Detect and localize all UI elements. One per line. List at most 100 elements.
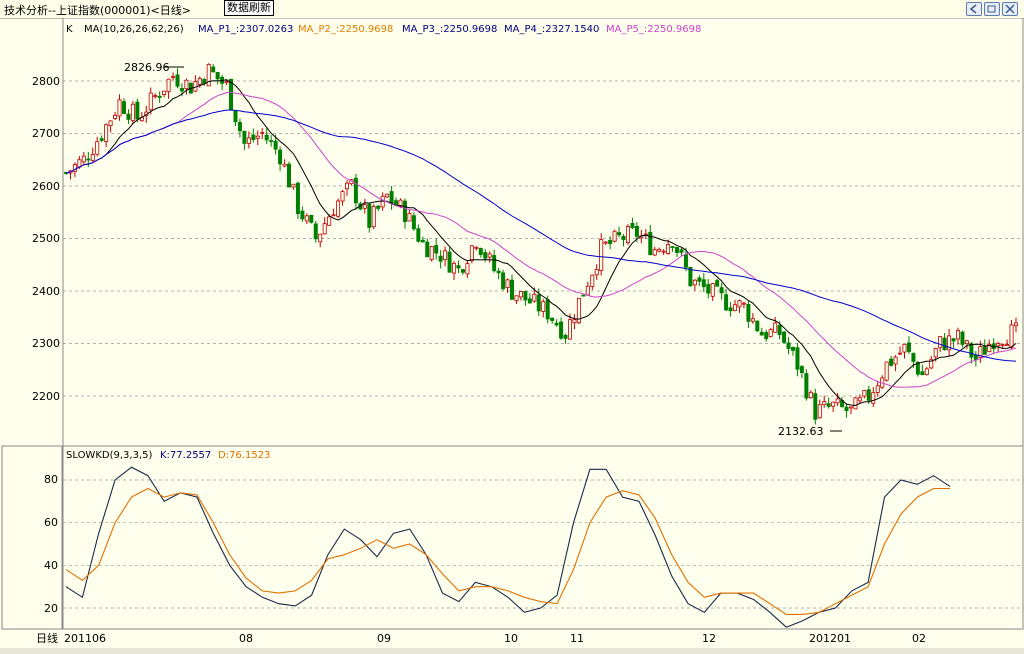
candle-body — [411, 215, 416, 230]
candle-body — [724, 294, 729, 311]
candle-body — [407, 213, 412, 222]
candle-body — [875, 385, 880, 393]
candle-body — [95, 141, 100, 155]
kd-y-tick-40: 40 — [44, 559, 58, 572]
candle-body — [233, 110, 238, 123]
candle-body — [251, 134, 256, 141]
candle-body — [933, 347, 938, 358]
candle-body — [567, 319, 572, 340]
candle-body — [104, 124, 109, 142]
ma-p2-value: MA_P2_:2250.9698 — [298, 24, 393, 35]
status-bar — [0, 648, 1024, 654]
candle-body — [536, 294, 541, 312]
candle-body — [81, 155, 86, 163]
candle-body — [666, 244, 671, 255]
ma-params-label: MA(10,26,26,62,26) — [84, 24, 184, 35]
y-tick-2500: 2500 — [32, 232, 60, 245]
candle-body — [527, 298, 532, 304]
candle-body — [804, 373, 809, 399]
candle-body — [590, 274, 595, 287]
candle-body — [603, 241, 608, 244]
candle-body — [768, 329, 773, 337]
candle-body — [447, 251, 452, 273]
kd-d-value: D:76.1523 — [218, 450, 270, 461]
candle-body — [563, 334, 568, 339]
candle-body — [443, 250, 448, 261]
x-label-02: 02 — [912, 632, 926, 645]
candle-body — [599, 239, 604, 272]
candle-body — [541, 301, 546, 312]
chart-area[interactable]: K MA(10,26,26,62,26) MA_P1_:2307.0263 MA… — [0, 18, 1024, 648]
candle-body — [634, 225, 639, 237]
candle-body — [617, 232, 622, 236]
candle-body — [86, 158, 91, 161]
candle-body — [585, 285, 590, 296]
candle-body — [402, 200, 407, 223]
candle-body — [474, 246, 479, 249]
refresh-data-button[interactable]: 数据刷新 — [224, 0, 274, 16]
candle-body — [844, 406, 849, 412]
candle-body — [429, 246, 434, 260]
candle-body — [893, 356, 898, 365]
candle-body — [719, 287, 724, 294]
candle-body — [554, 322, 559, 326]
x-label-11: 11 — [570, 632, 584, 645]
candle-body — [501, 272, 506, 290]
candle-body — [175, 74, 180, 87]
candle-body — [866, 389, 871, 401]
candle-body — [179, 88, 184, 92]
candle-body — [755, 320, 760, 332]
period-label: 日线 — [36, 631, 58, 645]
candle-body — [184, 79, 189, 90]
candle-body — [523, 290, 528, 301]
restore-icon[interactable] — [984, 2, 1000, 16]
candle-body — [505, 279, 510, 288]
candle-body — [331, 214, 336, 217]
candle-body — [300, 210, 305, 220]
candle-body — [153, 95, 158, 98]
kd-y-tick-60: 60 — [44, 516, 58, 529]
candle-body — [362, 204, 367, 209]
candle-body — [733, 304, 738, 311]
candle-body — [898, 352, 903, 355]
candle-body — [166, 78, 171, 92]
candle-body — [434, 245, 439, 254]
candle-body — [808, 391, 813, 399]
candle-body — [559, 321, 564, 339]
candle-body — [951, 338, 956, 342]
candle-body — [902, 343, 907, 353]
candle-body — [817, 404, 822, 419]
candle-body — [728, 307, 733, 312]
candle-body — [822, 401, 827, 406]
candle-body — [304, 215, 309, 222]
candle-body — [942, 337, 947, 351]
candle-body — [737, 300, 742, 308]
candle-body — [1009, 324, 1014, 348]
candle-body — [367, 203, 372, 228]
candle-body — [483, 252, 488, 259]
candle-body — [336, 200, 341, 217]
ma-p5-value: MA_P5_:2250.9698 — [606, 24, 701, 35]
y-tick-2200: 2200 — [32, 390, 60, 403]
candle-body — [969, 343, 974, 358]
candle-body — [786, 342, 791, 349]
candle-body — [340, 191, 345, 202]
candle-body — [469, 245, 474, 262]
candle-body — [487, 253, 492, 258]
candle-body — [594, 268, 599, 276]
candle-body — [982, 346, 987, 355]
candle-body — [425, 241, 430, 258]
candle-body — [242, 130, 247, 144]
back-icon[interactable] — [966, 2, 982, 16]
candle-body — [545, 299, 550, 320]
close-icon[interactable] — [1002, 2, 1018, 16]
candle-body — [790, 346, 795, 351]
ma-p4-value: MA_P4_:2327.1540 — [504, 24, 599, 35]
candle-body — [344, 182, 349, 190]
candle-body — [255, 135, 260, 139]
candle-body — [327, 216, 332, 226]
candle-body — [964, 340, 969, 345]
candle-body — [246, 137, 251, 144]
candle-body — [282, 163, 287, 167]
candle-body — [648, 231, 653, 256]
